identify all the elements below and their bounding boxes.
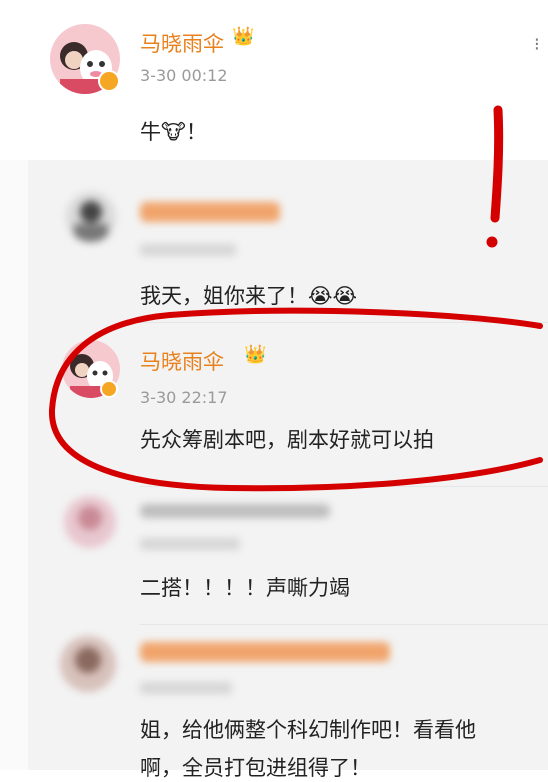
comment-time: 3-30 00:12	[140, 66, 228, 85]
left-strip	[0, 160, 28, 770]
username[interactable]: 马晓雨伞	[140, 346, 224, 376]
comment-text-line2: 啊，全员打包进组得了！	[140, 756, 371, 780]
top-comment: 马晓雨伞 👑 3-30 00:12 牛🐮！ ⁝	[0, 0, 548, 160]
user-avatar[interactable]	[66, 192, 116, 242]
username[interactable]	[140, 642, 390, 662]
comment-text: 姐，给他俩整个科幻制作吧！看看他	[140, 718, 476, 742]
crown-icon: 👑	[232, 26, 255, 47]
username[interactable]: 马晓雨伞	[140, 28, 224, 58]
divider	[140, 322, 548, 323]
user-avatar[interactable]	[64, 496, 116, 548]
comment-time	[140, 244, 236, 256]
comment-time: 3-30 22:17	[140, 388, 228, 407]
comment-text: 牛🐮！	[140, 120, 207, 144]
crown-icon: 👑	[244, 344, 267, 365]
divider	[140, 486, 548, 487]
verified-badge-icon	[100, 380, 118, 398]
verified-badge-icon	[98, 70, 120, 92]
comment-time	[140, 682, 232, 694]
divider	[140, 624, 548, 625]
user-avatar[interactable]	[60, 636, 116, 692]
comment-text: 先众筹剧本吧，剧本好就可以拍	[140, 428, 434, 452]
comment-time	[140, 538, 240, 550]
username[interactable]	[140, 504, 330, 518]
comment-text: 我天，姐你来了！😭😭	[140, 284, 358, 308]
comment-text: 二搭！！！！声嘶力竭	[140, 576, 350, 600]
username[interactable]	[140, 202, 280, 222]
more-icon[interactable]: ⁝	[534, 34, 540, 55]
